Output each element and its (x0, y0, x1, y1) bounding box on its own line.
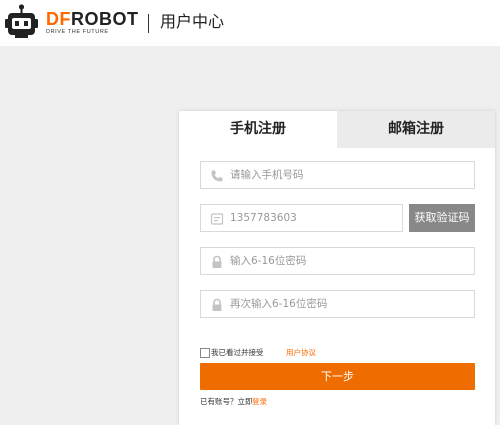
get-code-button[interactable]: 获取验证码 (409, 204, 475, 232)
next-step-button[interactable]: 下一步 (200, 363, 475, 390)
register-card: 手机注册 邮箱注册 请输入手机号码 1357783603 获取验证码 输入6-1… (179, 111, 495, 425)
verification-code-field[interactable]: 1357783603 (200, 204, 403, 232)
phone-icon (211, 170, 223, 182)
code-value: 1357783603 (230, 212, 297, 224)
brand-prefix: DF (46, 9, 71, 29)
phone-placeholder: 请输入手机号码 (230, 169, 304, 181)
top-header: DFROBOT DRIVE THE FUTURE 用户中心 (0, 0, 500, 46)
robot-logo-icon[interactable] (5, 4, 38, 40)
brand-name: DFROBOT (46, 10, 139, 28)
header-divider (148, 14, 149, 33)
login-prompt: 已有账号？立即 (200, 397, 253, 406)
user-agreement-link[interactable]: 用户协议 (286, 347, 316, 359)
brand-logo[interactable]: DFROBOT DRIVE THE FUTURE (46, 10, 139, 35)
brand-suffix: ROBOT (71, 9, 139, 29)
lock-icon (212, 298, 222, 311)
brand-tagline: DRIVE THE FUTURE (46, 29, 109, 35)
agreement-label: 我已看过并接受 (211, 348, 264, 357)
confirm-password-placeholder: 再次输入6-16位密码 (230, 298, 328, 310)
agreement-checkbox[interactable] (200, 348, 210, 358)
page-title: 用户中心 (160, 12, 225, 31)
lock-icon (212, 255, 222, 268)
confirm-password-field[interactable]: 再次输入6-16位密码 (200, 290, 475, 318)
tab-phone-register[interactable]: 手机注册 (179, 111, 337, 148)
phone-field[interactable]: 请输入手机号码 (200, 161, 475, 189)
login-link[interactable]: 登录 (252, 396, 267, 408)
password-placeholder: 输入6-16位密码 (230, 255, 307, 267)
password-field[interactable]: 输入6-16位密码 (200, 247, 475, 275)
captcha-icon (210, 213, 224, 225)
tab-email-register[interactable]: 邮箱注册 (337, 111, 495, 148)
